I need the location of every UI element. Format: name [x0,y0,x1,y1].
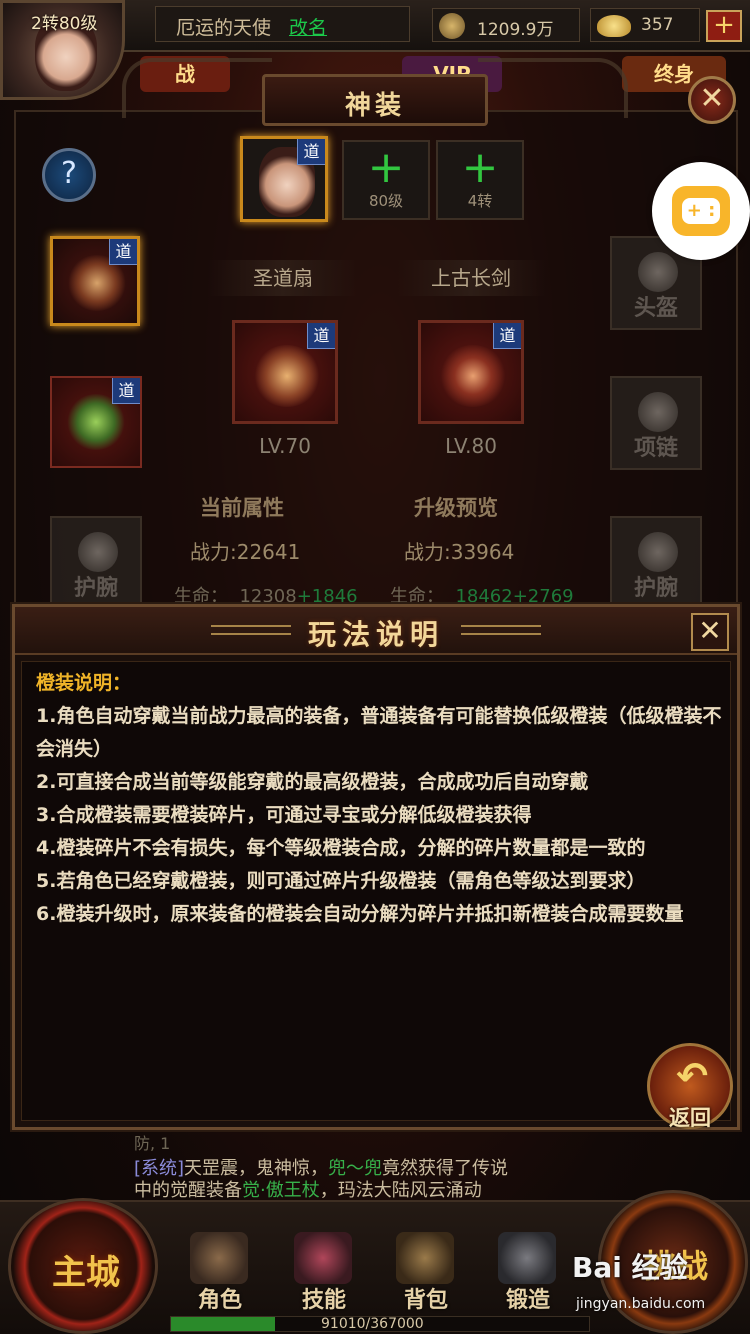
nav-bag-button[interactable]: 背包 [376,1230,476,1318]
nav-character-button[interactable]: 角色 [170,1230,270,1318]
gameplay-rules-dialog: 玩法说明 ✕ 橙装说明： 1.角色自动穿戴当前战力最高的装备，普通装备有可能替换… [12,604,740,1130]
help-button[interactable]: ? [42,148,96,202]
experience-fill [171,1317,275,1331]
dialog-header: 玩法说明 ✕ [15,607,737,655]
recharge-button[interactable]: + [706,10,742,42]
ingot-value: 357 [641,15,674,35]
level-requirement-slot[interactable]: + 80级 [342,140,430,220]
experience-text: 91010/367000 [321,1316,424,1332]
rule-item: 3.合成橙装需要橙装碎片，可通过寻宝或分解低级橙装获得 [36,804,532,826]
right-slot-necklace[interactable]: 项链 [610,376,702,470]
chat-item-name[interactable]: 觉·傲王杖 [242,1180,320,1201]
system-chat[interactable]: 防, 1 [系统]天罡震，鬼神惊，兜〜兜竟然获得了传说 中的觉醒装备觉·傲王杖，… [120,1134,640,1204]
dialog-close-button[interactable]: ✕ [691,613,729,651]
watermark-logo: Bai 经验 [572,1251,688,1284]
rebirth-requirement-slot[interactable]: + 4转 [436,140,524,220]
chat-text: ，玛法大陆风云涌动 [319,1180,482,1201]
upgrade-item-name: 上古长剑 [396,260,546,296]
rename-link[interactable]: 改名 [289,13,327,40]
rule-item: 6.橙装升级时，原来装备的橙装会自动分解为碎片并抵扣新橙装合成需要数量 [36,903,684,925]
current-item-level: LV.70 [259,434,311,458]
character-icon [190,1232,248,1284]
experience-bar: 91010/367000 [170,1316,590,1332]
nav-label: 锻造 [505,1288,550,1313]
dao-badge: 道 [112,378,140,404]
bracer-icon [78,532,118,572]
slot-label: 护腕 [633,576,678,601]
back-label: 返回 [669,1106,711,1130]
player-level: 2转80级 [31,14,98,34]
gamepad-icon: + : [672,186,730,236]
rule-item: 2.可直接合成当前等级能穿戴的最高级橙装，合成成功后自动穿戴 [36,771,589,793]
ingot-counter: 357 [590,8,700,42]
back-button[interactable]: ↶ 返回 [647,1043,733,1130]
gamepad-glyph: + : [682,198,720,224]
gold-ingot-icon [597,15,631,37]
current-power: 战力:22641 [190,540,301,564]
upgrade-preview-heading: 升级预览 [414,496,498,520]
dialog-title: 玩法说明 [307,618,444,651]
preview-power: 战力:33964 [404,540,515,564]
current-item-slot[interactable]: 道 [232,320,338,424]
upgrade-item-slot[interactable]: 道 [418,320,524,424]
rules-list: 1.角色自动穿戴当前战力最高的装备，普通装备有可能替换低级橙装（低级橙装不会消失… [36,700,722,931]
floating-game-center-button[interactable]: + : [652,162,750,260]
necklace-icon [638,392,678,432]
rule-item: 5.若角色已经穿戴橙装，则可通过碎片升级橙装（需角色等级达到要求） [36,870,646,892]
left-slot-weapon[interactable]: 道 [50,236,140,326]
slot-label: 头盔 [633,296,678,321]
level-requirement-label: 80级 [368,192,404,210]
nav-forge-button[interactable]: 锻造 [478,1230,578,1318]
dao-badge: 道 [297,139,325,165]
skill-book-icon [294,1232,352,1284]
player-name-box: 厄运的天使 改名 [155,6,410,42]
treasure-chest-icon [396,1232,454,1284]
dao-badge: 道 [307,323,335,349]
gold-value: 1209.9万 [477,20,554,40]
panel-title-plate: 神装 [262,74,488,126]
left-slot-armor[interactable]: 道 [50,376,142,468]
chat-text: 中的觉醒装备 [134,1180,242,1201]
sword-icon [439,345,507,407]
watermark-url: jingyan.baidu.com [576,1296,706,1312]
chat-previous-line: 防, 1 [134,1134,171,1153]
panel-title: 神装 [344,91,405,121]
baidu-jingyan-watermark: Bai 经验 jingyan.baidu.com [572,1246,744,1316]
upgrade-item-level: LV.80 [445,434,497,458]
bracer-icon [638,532,678,572]
back-arrow-icon: ↶ [676,1054,708,1098]
dialog-body: 橙装说明： 1.角色自动穿戴当前战力最高的装备，普通装备有可能替换低级橙装（低级… [21,661,731,1121]
gold-coin-icon [439,13,465,39]
rule-item: 4.橙装碎片不会有损失，每个等级橙装合成，分解的碎片数量都是一致的 [36,837,646,859]
slot-label: 护腕 [73,576,118,601]
rules-heading: 橙装说明： [36,672,132,694]
player-name: 厄运的天使 [176,17,272,39]
panel-ornament-left [122,58,272,118]
current-item-name: 圣道扇 [208,260,358,296]
dao-badge: 道 [493,323,521,349]
fan-weapon-icon [253,345,321,407]
right-slot-bracer[interactable]: 护腕 [610,516,702,610]
main-city-label: 主城 [52,1253,120,1293]
rebirth-requirement-label: 4转 [467,192,493,210]
nav-skills-button[interactable]: 技能 [274,1230,374,1318]
helmet-icon [638,252,678,292]
anvil-icon [498,1232,556,1284]
nav-label: 角色 [197,1288,242,1313]
gold-counter: 1209.9万 [432,8,580,42]
nav-label: 背包 [403,1288,448,1313]
panel-close-button[interactable]: ✕ [688,76,736,124]
slot-label: 项链 [633,436,678,461]
left-slot-bracer[interactable]: 护腕 [50,516,142,610]
nav-label: 技能 [301,1288,346,1313]
plus-icon: + [461,142,499,193]
panel-ornament-right [478,58,628,118]
dao-badge: 道 [109,239,137,265]
hero-portrait-slot[interactable]: 道 [240,136,328,222]
chat-line-2: 中的觉醒装备觉·傲王杖，玛法大陆风云涌动 [134,1176,482,1202]
current-attributes-heading: 当前属性 [200,496,284,520]
main-city-button[interactable]: 主城 [8,1198,158,1334]
rule-item: 1.角色自动穿戴当前战力最高的装备，普通装备有可能替换低级橙装（低级橙装不会消失… [36,705,722,760]
plus-icon: + [367,142,405,193]
